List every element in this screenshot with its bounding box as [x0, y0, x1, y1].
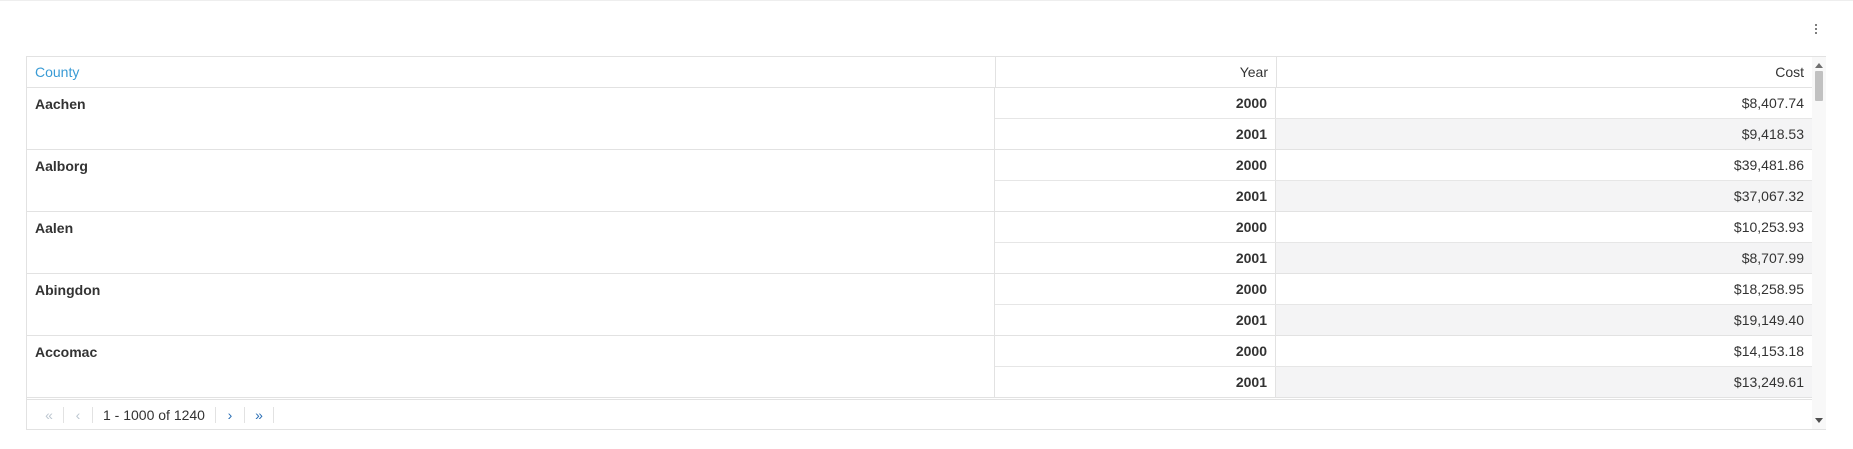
year-cell: 2001 [995, 181, 1276, 211]
cost-cell: $37,067.32 [1276, 181, 1812, 211]
table-area: County Year Cost Aachen 2000 $8,407.74 2… [27, 57, 1812, 399]
table-row: 2000 $14,153.18 [995, 336, 1812, 367]
table-row: 2001 $9,418.53 [995, 119, 1812, 149]
top-divider [0, 0, 1853, 1]
table-row: 2000 $18,258.95 [995, 274, 1812, 305]
table-row: 2000 $39,481.86 [995, 150, 1812, 181]
table-row: 2001 $19,149.40 [995, 305, 1812, 335]
table-row: 2000 $10,253.93 [995, 212, 1812, 243]
chevron-right-icon[interactable]: › [216, 405, 244, 425]
scroll-down-icon[interactable] [1815, 418, 1823, 423]
cost-cell: $18,258.95 [1733, 281, 1804, 297]
cost-cell: $39,481.86 [1733, 157, 1804, 173]
year-cell: 2001 [995, 305, 1276, 335]
table-row-group: Aalborg 2000 $39,481.86 2001 $37,067.32 [27, 150, 1812, 212]
cost-cell: $14,153.18 [1733, 343, 1804, 359]
table-row-group: Accomac 2000 $14,153.18 2001 $13,249.61 [27, 336, 1812, 398]
county-cell: Accomac [27, 336, 995, 397]
year-cell: 2000 [995, 88, 1276, 118]
vertical-scrollbar[interactable] [1812, 57, 1826, 429]
year-cell: 2001 [995, 243, 1276, 273]
kebab-menu-icon[interactable] [1808, 18, 1824, 40]
cost-cell: $19,149.40 [1276, 305, 1812, 335]
county-cell: Aalborg [27, 150, 995, 211]
pagination-bar: « ‹ 1 - 1000 of 1240 › » [27, 399, 1812, 429]
year-cell: 2001 [995, 367, 1276, 397]
table-row-group: Aachen 2000 $8,407.74 2001 $9,418.53 [27, 88, 1812, 150]
table-row-group: Aalen 2000 $10,253.93 2001 $8,707.99 [27, 212, 1812, 274]
year-cell: 2000 [995, 274, 1276, 304]
page: County Year Cost Aachen 2000 $8,407.74 2… [0, 0, 1853, 449]
cost-cell: $8,707.99 [1276, 243, 1812, 273]
table-body: Aachen 2000 $8,407.74 2001 $9,418.53 Aal… [27, 88, 1812, 398]
double-chevron-left-icon[interactable]: « [35, 405, 63, 425]
table-row: 2001 $37,067.32 [995, 181, 1812, 211]
table-row: 2000 $8,407.74 [995, 88, 1812, 119]
year-cell: 2000 [995, 150, 1276, 180]
double-chevron-right-icon[interactable]: » [245, 405, 273, 425]
page-range-text: 1 - 1000 of 1240 [103, 406, 205, 423]
cost-cell: $9,418.53 [1276, 119, 1812, 149]
column-header-cost[interactable]: Cost [1276, 57, 1812, 88]
year-cell: 2000 [995, 336, 1276, 366]
year-cell: 2001 [995, 119, 1276, 149]
year-cell: 2000 [995, 212, 1276, 242]
column-header-county[interactable]: County [27, 57, 995, 88]
table-row: 2001 $8,707.99 [995, 243, 1812, 273]
chevron-left-icon[interactable]: ‹ [64, 405, 92, 425]
county-cell: Abingdon [27, 274, 995, 335]
column-header-year[interactable]: Year [995, 57, 1276, 88]
cost-cell: $10,253.93 [1733, 219, 1804, 235]
data-grid: County Year Cost Aachen 2000 $8,407.74 2… [26, 56, 1826, 430]
cost-cell: $8,407.74 [1741, 95, 1804, 111]
county-cell: Aachen [27, 88, 995, 149]
table-row: 2001 $13,249.61 [995, 367, 1812, 397]
table-row-group: Abingdon 2000 $18,258.95 2001 $19,149.40 [27, 274, 1812, 336]
county-cell: Aalen [27, 212, 995, 273]
scroll-thumb[interactable] [1815, 71, 1823, 101]
pager-divider [272, 406, 274, 423]
scroll-up-icon[interactable] [1815, 63, 1823, 68]
cost-cell: $13,249.61 [1276, 367, 1812, 397]
